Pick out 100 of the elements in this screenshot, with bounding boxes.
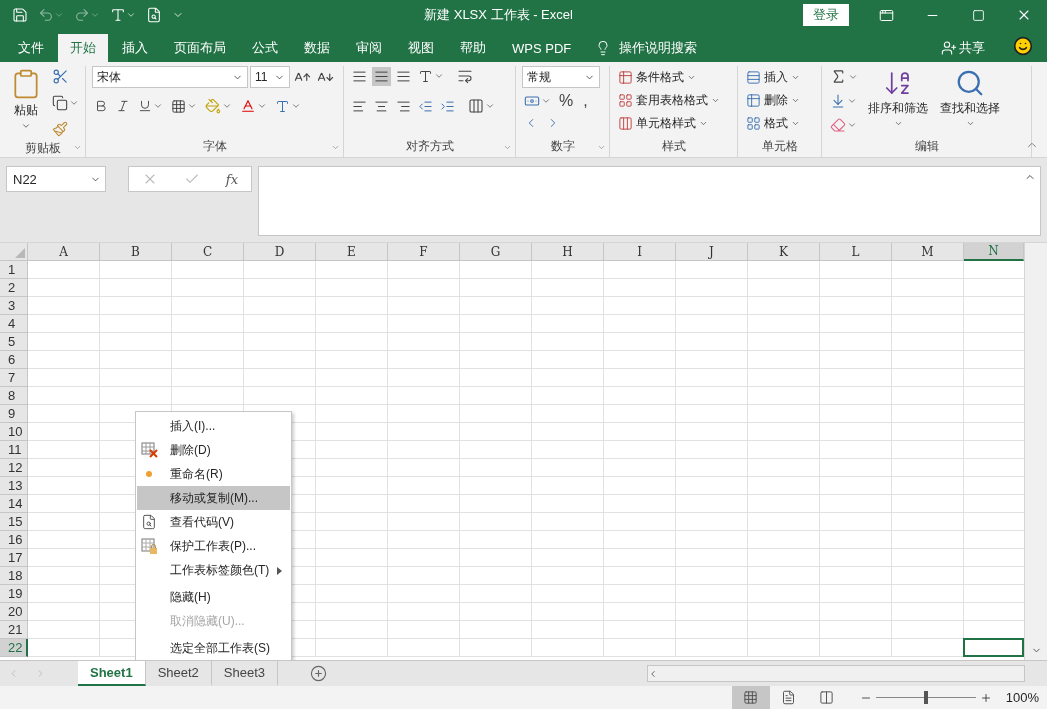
row-header[interactable]: 12 bbox=[0, 459, 28, 477]
ribbon-tab[interactable]: 审阅 bbox=[344, 34, 394, 62]
wrap-text-icon[interactable] bbox=[457, 68, 473, 84]
column-header[interactable]: D bbox=[244, 243, 316, 261]
italic-icon[interactable] bbox=[116, 99, 130, 113]
row-header[interactable]: 10 bbox=[0, 423, 28, 441]
row-header[interactable]: 19 bbox=[0, 585, 28, 603]
menu-item[interactable]: 选定全部工作表(S) bbox=[137, 633, 290, 660]
name-box[interactable]: N22 bbox=[6, 166, 106, 192]
row-header[interactable]: 7 bbox=[0, 369, 28, 387]
caret-icon[interactable] bbox=[90, 10, 100, 20]
column-header[interactable]: K bbox=[748, 243, 820, 261]
row-header[interactable]: 6 bbox=[0, 351, 28, 369]
row-header[interactable]: 8 bbox=[0, 387, 28, 405]
font-name-field[interactable]: 宋体 bbox=[92, 66, 248, 88]
text-style-icon[interactable] bbox=[110, 7, 126, 23]
font-size-field[interactable]: 11 bbox=[250, 66, 290, 88]
save-icon[interactable] bbox=[12, 7, 28, 23]
caret-icon[interactable] bbox=[291, 101, 301, 111]
caret-icon[interactable] bbox=[222, 101, 232, 111]
menu-item[interactable]: 工作表标签颜色(T) bbox=[137, 558, 290, 582]
number-format-field[interactable]: 常规 bbox=[522, 66, 600, 88]
row-header[interactable]: 11 bbox=[0, 441, 28, 459]
comma-button[interactable]: , bbox=[579, 92, 592, 110]
caret-icon[interactable] bbox=[69, 98, 79, 108]
row-header[interactable]: 17 bbox=[0, 549, 28, 567]
column-header[interactable]: N bbox=[964, 243, 1024, 261]
menu-item[interactable]: 移动或复制(M)... bbox=[137, 486, 290, 510]
column-header[interactable]: A bbox=[28, 243, 100, 261]
column-header[interactable]: I bbox=[604, 243, 676, 261]
cells-menu-button[interactable]: 格式 bbox=[744, 112, 802, 134]
menu-item[interactable]: 查看代码(V) bbox=[137, 510, 290, 534]
row-header[interactable]: 14 bbox=[0, 495, 28, 513]
align-right-icon[interactable] bbox=[396, 98, 411, 114]
menu-item[interactable]: 插入(I)... bbox=[137, 414, 290, 438]
fill-color-icon[interactable] bbox=[205, 98, 221, 114]
grid-icon[interactable] bbox=[743, 690, 759, 705]
caret-icon[interactable] bbox=[541, 96, 551, 106]
row-header[interactable]: 2 bbox=[0, 279, 28, 297]
menu-item[interactable]: 删除(D) bbox=[137, 438, 290, 462]
print-preview-icon[interactable] bbox=[146, 7, 162, 23]
share-button[interactable]: 共享 bbox=[935, 34, 991, 62]
row-header[interactable]: 18 bbox=[0, 567, 28, 585]
row-header[interactable]: 3 bbox=[0, 297, 28, 315]
increase-indent-icon[interactable] bbox=[440, 98, 455, 114]
fill-down-icon[interactable] bbox=[830, 93, 846, 109]
person-icon[interactable] bbox=[941, 40, 957, 56]
dialog-launcher-icon[interactable] bbox=[503, 143, 512, 152]
horizontal-scrollbar[interactable] bbox=[647, 665, 1025, 682]
top-align-icon[interactable] bbox=[352, 68, 367, 84]
row-header[interactable]: 16 bbox=[0, 531, 28, 549]
dialog-launcher-icon[interactable] bbox=[73, 143, 82, 152]
tell-me-search[interactable]: 操作说明搜索 bbox=[619, 39, 698, 57]
caret-icon[interactable] bbox=[893, 119, 903, 128]
ribbon-tab[interactable]: 页面布局 bbox=[162, 34, 238, 62]
cells-menu-button[interactable]: 插入 bbox=[744, 66, 802, 88]
row-header[interactable]: 1 bbox=[0, 261, 28, 279]
column-header[interactable]: J bbox=[676, 243, 748, 261]
cut-icon[interactable] bbox=[52, 68, 69, 85]
style-menu-button[interactable]: 套用表格格式 bbox=[616, 89, 722, 111]
sort-filter-button[interactable]: 排序和筛选 bbox=[864, 66, 932, 137]
menu-item[interactable]: 保护工作表(P)... bbox=[137, 534, 290, 558]
ribbon-tab[interactable]: 视图 bbox=[396, 34, 446, 62]
row-header[interactable]: 5 bbox=[0, 333, 28, 351]
menu-item[interactable]: 重命名(R) bbox=[137, 462, 290, 486]
undo-icon[interactable] bbox=[38, 7, 54, 23]
bold-icon[interactable] bbox=[94, 99, 108, 113]
style-menu-button[interactable]: 单元格样式 bbox=[616, 112, 722, 134]
vertical-scrollbar[interactable] bbox=[1024, 243, 1047, 660]
column-header[interactable]: F bbox=[388, 243, 460, 261]
column-header[interactable]: G bbox=[460, 243, 532, 261]
borders-icon[interactable] bbox=[171, 98, 186, 114]
login-button[interactable]: 登录 bbox=[803, 4, 849, 26]
sheet-tab[interactable]: Sheet1 bbox=[78, 661, 146, 686]
eraser-icon[interactable] bbox=[830, 117, 846, 133]
ribbon-display-icon[interactable] bbox=[878, 7, 894, 23]
caret-icon[interactable] bbox=[847, 96, 857, 106]
normal-view-button[interactable] bbox=[731, 686, 770, 709]
search-icon[interactable] bbox=[955, 68, 985, 98]
caret-icon[interactable] bbox=[187, 101, 197, 111]
maximize-icon[interactable] bbox=[971, 8, 985, 22]
caret-icon[interactable] bbox=[485, 101, 495, 111]
ribbon-tab[interactable]: 公式 bbox=[240, 34, 290, 62]
row-header[interactable]: 13 bbox=[0, 477, 28, 495]
copy-icon[interactable] bbox=[52, 95, 68, 111]
currency-icon[interactable] bbox=[524, 93, 540, 109]
dialog-launcher-icon[interactable] bbox=[597, 143, 606, 152]
formula-input[interactable] bbox=[258, 166, 1041, 236]
caret-icon[interactable] bbox=[54, 10, 64, 20]
style-menu-button[interactable]: 条件格式 bbox=[616, 66, 722, 88]
ribbon-tab[interactable]: 数据 bbox=[292, 34, 342, 62]
percent-button[interactable]: % bbox=[555, 92, 578, 110]
column-header[interactable]: H bbox=[532, 243, 604, 261]
cell-grid[interactable] bbox=[28, 261, 1024, 657]
decrease-indent-icon[interactable] bbox=[418, 98, 433, 114]
caret-icon[interactable] bbox=[126, 10, 136, 20]
caret-icon[interactable] bbox=[153, 101, 163, 111]
row-header[interactable]: 4 bbox=[0, 315, 28, 333]
row-header[interactable]: 15 bbox=[0, 513, 28, 531]
column-header[interactable]: M bbox=[892, 243, 964, 261]
